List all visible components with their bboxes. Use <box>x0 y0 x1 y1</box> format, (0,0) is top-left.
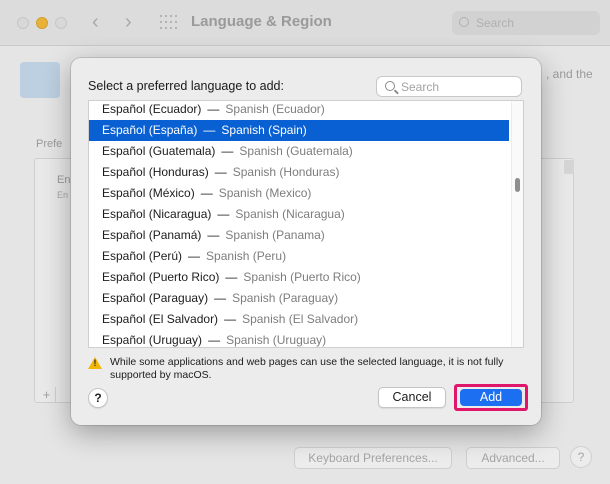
chevron-right-icon[interactable]: › <box>125 11 132 33</box>
language-row[interactable]: Español (España) — Spanish (Spain) <box>89 120 509 141</box>
preferred-language-item[interactable]: En <box>57 174 70 186</box>
window-search-field[interactable]: Search <box>452 11 600 35</box>
language-separator: — <box>221 144 234 158</box>
language-separator: — <box>225 270 238 284</box>
language-native-name: Español (Ecuador) <box>102 102 202 116</box>
language-english-name: Spanish (El Salvador) <box>242 312 359 326</box>
language-row[interactable]: Español (Uruguay) — Spanish (Uruguay) <box>89 330 509 347</box>
warning-text: While some applications and web pages ca… <box>110 356 504 381</box>
warning-exclamation: ! <box>93 358 97 368</box>
window-description: , and the <box>546 67 593 81</box>
language-english-name: Spanish (Paraguay) <box>232 291 339 305</box>
language-row[interactable]: Español (Perú) — Spanish (Peru) <box>89 246 509 267</box>
language-native-name: Español (Panamá) <box>102 228 202 242</box>
language-native-name: Español (Puerto Rico) <box>102 270 220 284</box>
language-native-name: Español (Uruguay) <box>102 333 203 347</box>
language-native-name: Español (Paraguay) <box>102 291 209 305</box>
search-icon <box>459 17 469 27</box>
language-separator: — <box>203 123 216 137</box>
language-english-name: Spanish (Guatemala) <box>239 144 353 158</box>
language-row[interactable]: Español (Puerto Rico) — Spanish (Puerto Ri… <box>89 267 509 288</box>
language-separator: — <box>188 249 201 263</box>
language-row[interactable]: Español (Guatemala) — Spanish (Guatemala) <box>89 141 509 162</box>
language-separator: — <box>200 186 213 200</box>
language-search-input[interactable] <box>401 79 516 95</box>
language-native-name: Español (Guatemala) <box>102 144 216 158</box>
show-all-grid-icon[interactable] <box>160 15 178 31</box>
language-native-name: Español (Nicaragua) <box>102 207 212 221</box>
language-row[interactable]: Español (México) — Spanish (Mexico) <box>89 183 509 204</box>
zoom-window-button[interactable] <box>55 17 67 29</box>
language-row[interactable]: Español (Honduras) — Spanish (Honduras) <box>89 162 509 183</box>
language-separator: — <box>208 333 221 347</box>
language-english-name: Spanish (Honduras) <box>232 165 340 179</box>
add-button-highlight: Add <box>454 384 528 411</box>
cancel-button[interactable]: Cancel <box>378 387 446 408</box>
language-separator: — <box>214 291 227 305</box>
window-toolbar: ‹ › Language & Region Search <box>0 0 610 46</box>
language-english-name: Spanish (Spain) <box>221 123 307 137</box>
advanced-button[interactable]: Advanced... <box>466 447 560 469</box>
language-list[interactable]: Español (Uruguay) — Spanish (Uruguay) Españ… <box>88 100 524 348</box>
language-row[interactable]: Español (Nicaragua) — Spanish (Nicaragua) <box>89 204 509 225</box>
side-control <box>564 160 574 174</box>
language-native-name: Español (Perú) <box>102 249 183 263</box>
language-english-name: Spanish (Ecuador) <box>225 102 325 116</box>
language-english-name: Spanish (Mexico) <box>218 186 312 200</box>
language-row[interactable]: Español (Paraguay) — Spanish (Paraguay) <box>89 288 509 309</box>
language-english-name: Spanish (Nicaragua) <box>235 207 345 221</box>
add-language-sheet: Select a preferred language to add: Espa… <box>71 58 541 425</box>
language-native-name: Español (Honduras) <box>102 165 209 179</box>
window-help-button[interactable]: ? <box>570 446 592 468</box>
language-native-name: Español (El Salvador) <box>102 312 219 326</box>
chevron-left-icon[interactable]: ‹ <box>92 11 99 33</box>
language-separator: — <box>207 228 220 242</box>
language-list-scrollbar[interactable] <box>511 101 523 347</box>
language-native-name: Español (México) <box>102 186 195 200</box>
keyboard-preferences-button[interactable]: Keyboard Preferences... <box>294 447 452 469</box>
language-separator: — <box>224 312 237 326</box>
language-row[interactable]: Español (El Salvador) — Spanish (El Salvad… <box>89 309 509 330</box>
language-separator: — <box>207 102 220 116</box>
language-english-name: Spanish (Peru) <box>206 249 287 263</box>
language-english-name: Spanish (Uruguay) <box>226 333 327 347</box>
language-row[interactable]: Español (Ecuador) — Spanish (Ecuador) <box>89 101 509 120</box>
help-button[interactable]: ? <box>88 388 108 408</box>
globe-flag-icon <box>20 62 60 98</box>
language-english-name: Spanish (Puerto Rico) <box>243 270 361 284</box>
preferred-languages-label: Prefe <box>36 138 63 150</box>
window-search-placeholder: Search <box>476 16 515 30</box>
language-english-name: Spanish (Panama) <box>225 228 325 242</box>
language-separator: — <box>217 207 230 221</box>
minimize-window-button[interactable] <box>36 17 48 29</box>
sheet-prompt: Select a preferred language to add: <box>88 79 284 93</box>
add-button[interactable]: Add <box>460 389 522 406</box>
language-native-name: Español (España) <box>102 123 198 137</box>
preferred-language-subtitle: En <box>57 190 69 200</box>
scrollbar-thumb[interactable] <box>515 178 520 192</box>
search-icon <box>385 81 395 91</box>
language-search-field[interactable] <box>376 76 522 97</box>
language-row[interactable]: Español (Panamá) — Spanish (Panama) <box>89 225 509 246</box>
language-separator: — <box>214 165 227 179</box>
close-window-button[interactable] <box>17 17 29 29</box>
window-title: Language & Region <box>191 13 332 30</box>
add-language-button[interactable]: + <box>38 387 56 403</box>
